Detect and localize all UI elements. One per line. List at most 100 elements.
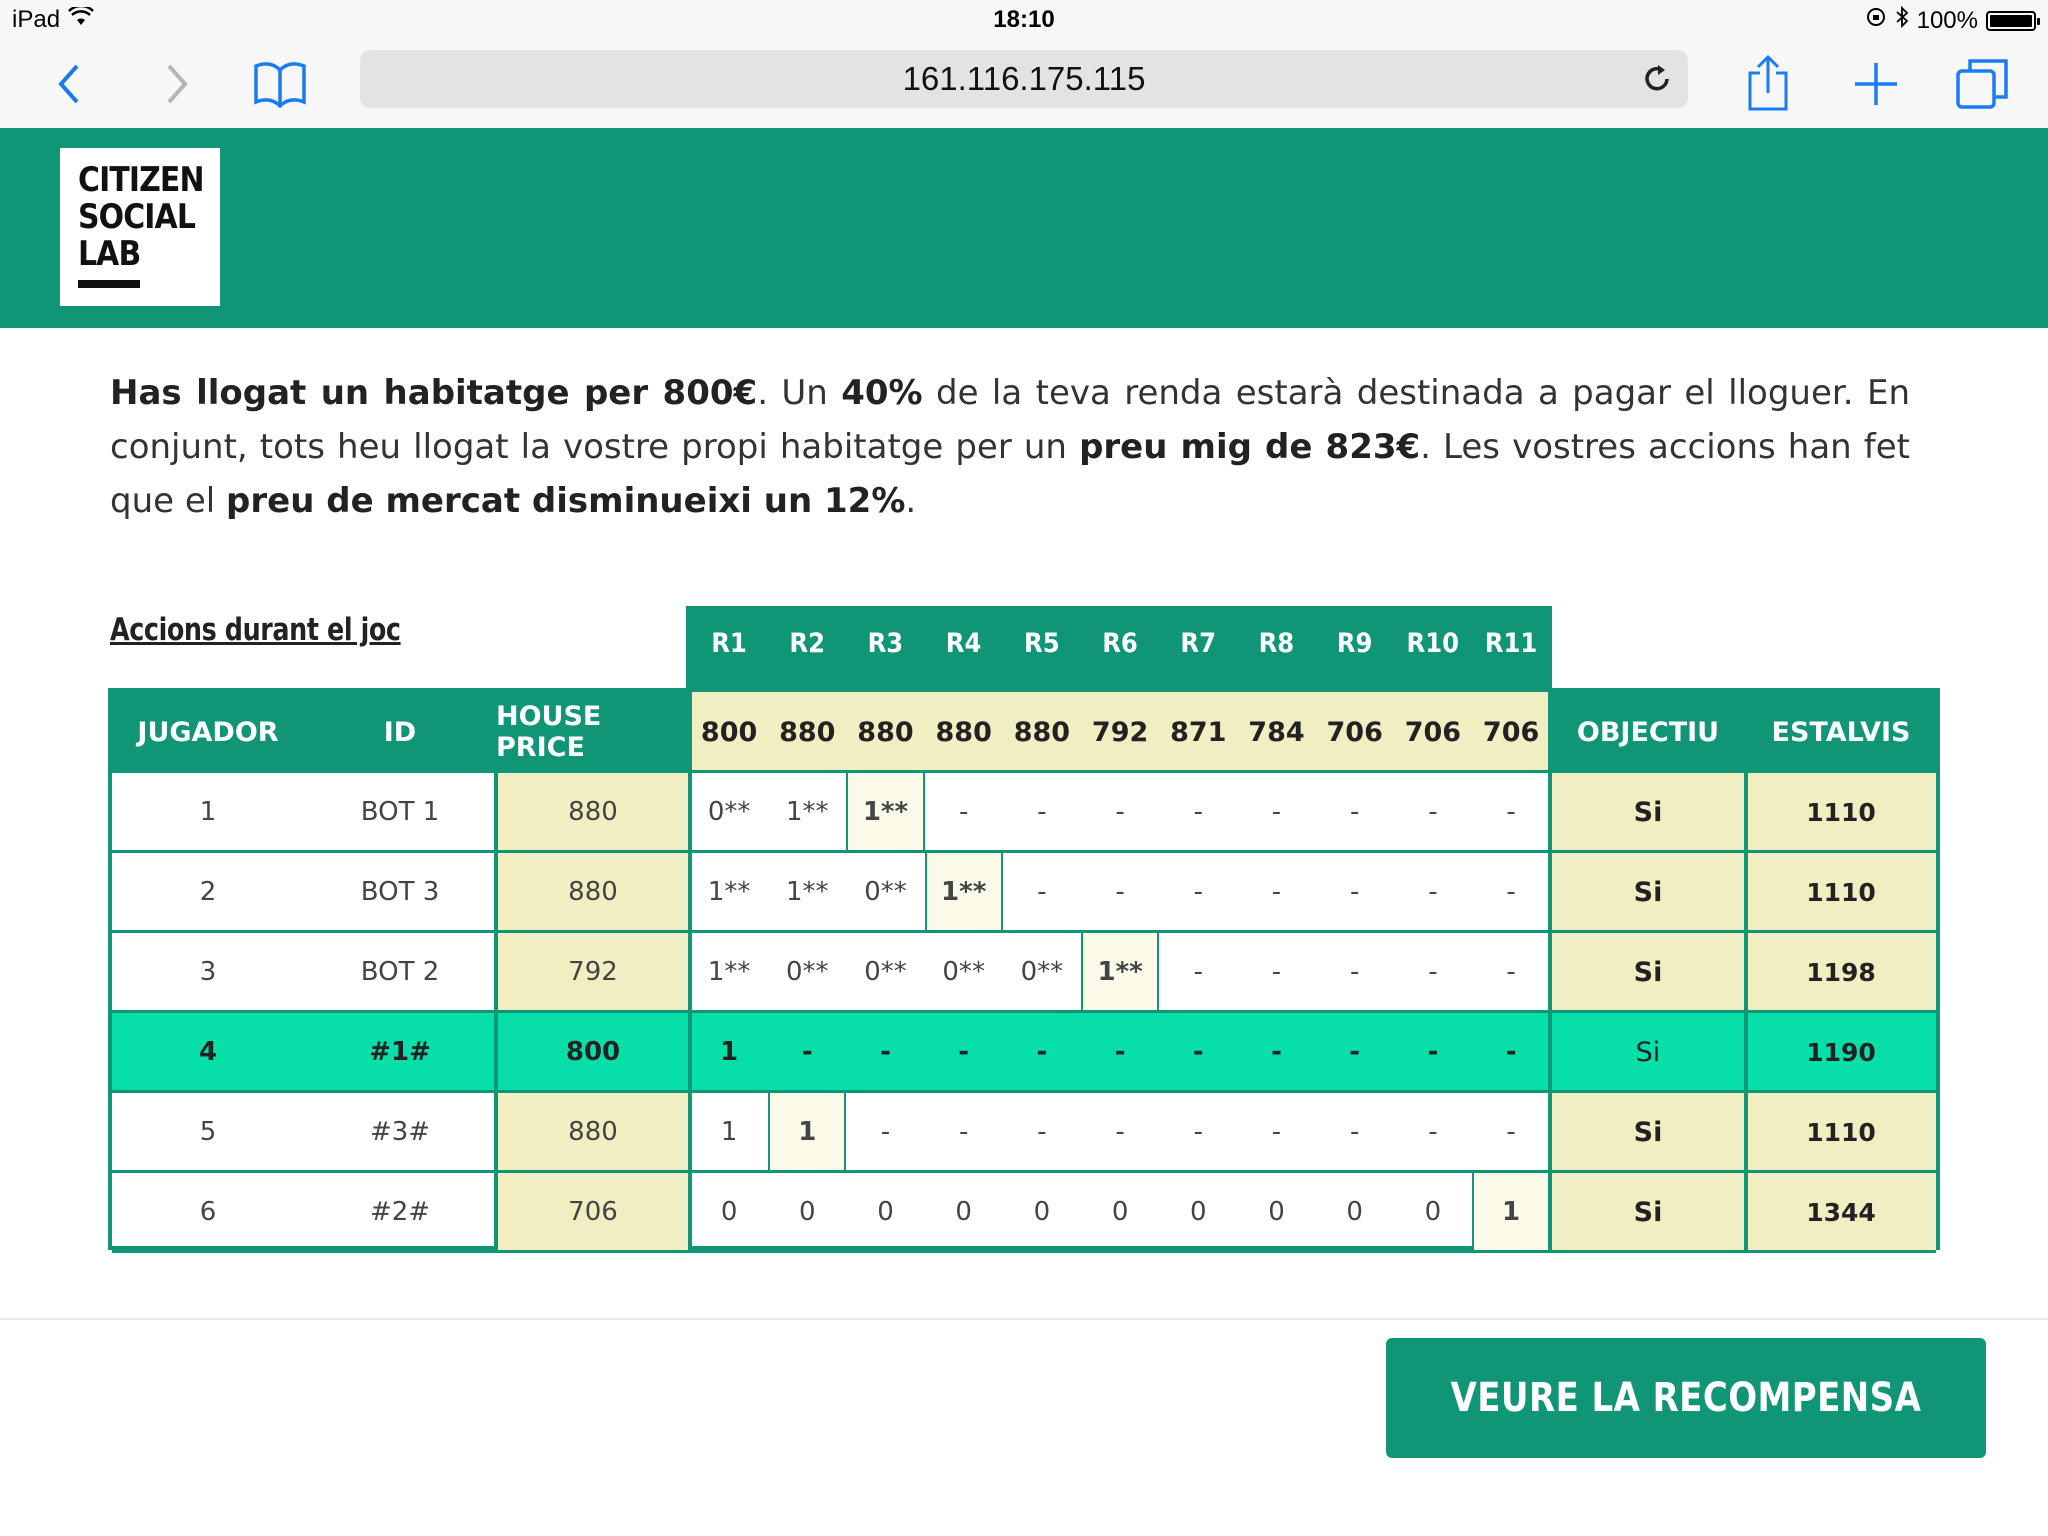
round-price: 706 [1315,692,1394,772]
header-player: JUGADOR [137,716,279,748]
action-value: 1** [786,797,829,827]
url-text: 161.116.175.115 [902,60,1146,97]
house-price: 880 [496,772,690,852]
action-value: 1** [707,877,751,907]
header-objective: OBJECTIU [1550,692,1746,772]
action-cell: - [1428,877,1438,907]
action-cell: - [846,1012,925,1092]
savings-value: 1110 [1746,772,1936,852]
action-cell: - [1271,957,1282,987]
objective-value: Si [1550,772,1746,852]
action-cell: - [958,797,969,827]
forward-icon[interactable] [146,54,206,114]
action-cell: - [1271,797,1282,827]
player-number: 5 [199,1117,217,1147]
round-header-r9: R9 [1336,628,1373,659]
citizen-social-lab-logo[interactable]: CITIZEN SOCIAL LAB [60,148,220,306]
battery-icon [1986,10,2040,31]
tabs-icon[interactable] [1952,54,2012,114]
action-cell: 0 [1033,1197,1051,1227]
round-price: 792 [1081,692,1160,772]
action-value: 1** [941,877,987,907]
browser-toolbar: 161.116.175.115 [0,40,2048,129]
reload-icon[interactable] [1640,62,1674,96]
grid-line [688,692,692,1252]
grid-line [1548,692,1552,1252]
logo-underline [78,280,140,288]
intro-avg-price: preu mig de 823€ [1079,427,1421,467]
house-price: 800 [496,1012,690,1092]
grid-line [112,770,1936,773]
action-cell: 0** [768,932,846,1012]
round-price: 880 [924,692,1003,772]
action-cell: 0 [1268,1197,1285,1227]
action-cell: 0 [1111,1197,1129,1227]
player-id: #2# [369,1197,431,1227]
new-tab-icon[interactable] [1846,54,1906,114]
action-cell: 1** [690,852,768,932]
grid-line [112,1170,1936,1173]
house-price: 880 [496,1092,690,1172]
player-number: 3 [199,957,217,987]
round-header-r10: R10 [1406,628,1460,659]
player-id: #1# [369,1037,431,1067]
action-cell: - [1193,797,1203,827]
action-cell: - [1037,1117,1047,1147]
action-cell: - [1472,1012,1551,1092]
player-number: 4 [198,1037,218,1067]
action-cell: 1** [924,852,1003,932]
grid-line [1744,692,1748,1252]
grid-line [112,930,1936,933]
back-icon[interactable] [40,54,100,114]
savings-value: 1344 [1746,1172,1936,1252]
action-cell: 1** [846,772,925,852]
intro-text: . Un [757,373,842,413]
intro-paragraph: Has llogat un habitatge per 800€. Un 40%… [110,366,1910,528]
action-value: 1** [1097,957,1143,987]
objective-value: Si [1550,852,1746,932]
objective-value: Si [1550,932,1746,1012]
round-header-r8: R8 [1258,628,1295,659]
grid-line [112,850,1936,853]
share-icon[interactable] [1738,54,1798,114]
action-value: 0** [864,957,907,987]
action-cell: 1 [720,1117,738,1147]
round-price: 880 [768,692,847,772]
action-cell: 0 [720,1197,738,1227]
status-bar: iPad 18:10 100% [0,0,2048,40]
rounds-header: R1 R2 R3 R4 R5 R6 R7 R8 R9 R10 R11 [686,606,1552,688]
see-reward-button[interactable]: VEURE LA RECOMPENSA [1386,1338,1986,1458]
action-cell: 0** [1003,932,1081,1012]
action-value: 1** [786,877,829,907]
grid-line [112,1250,1936,1253]
divider [0,1318,2048,1320]
action-cell: - [880,1117,891,1147]
action-value: 0** [1020,957,1064,987]
logo-line-3: LAB [78,234,141,274]
action-cell: 0 [1190,1197,1207,1227]
action-cell: - [1037,797,1047,827]
player-id: BOT 1 [360,797,440,827]
header-house-price: HOUSE PRICE [496,692,690,772]
player-id: #3# [369,1117,431,1147]
action-cell: - [1037,877,1047,907]
action-cell: 0** [690,772,768,852]
action-cell: - [1428,797,1438,827]
savings-value: 1110 [1746,1092,1936,1172]
action-cell: - [924,1012,1003,1092]
action-cell: - [958,1117,969,1147]
round-price: 706 [1393,692,1472,772]
site-header: CITIZEN SOCIAL LAB [0,128,2048,328]
action-cell: - [1506,797,1516,827]
savings-value: 1190 [1746,1012,1936,1092]
action-cell: - [1193,877,1203,907]
action-cell: - [1349,877,1360,907]
player-number: 2 [199,877,217,907]
action-cell: 0 [1424,1197,1442,1227]
url-bar[interactable]: 161.116.175.115 [360,50,1688,108]
round-price: 871 [1159,692,1238,772]
action-cell: - [1506,877,1516,907]
action-cell: 1** [1081,932,1160,1012]
bookmarks-icon[interactable] [250,54,310,114]
action-cell: 0** [846,932,924,1012]
